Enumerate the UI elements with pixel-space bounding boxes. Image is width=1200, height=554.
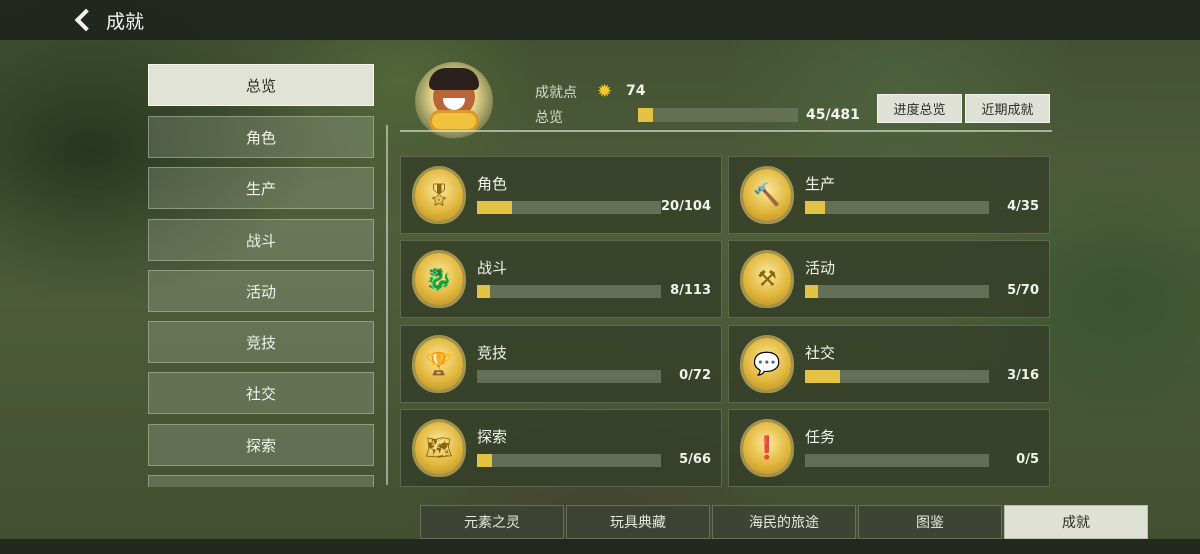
header-divider (400, 130, 1052, 132)
card-progress-bar (477, 454, 661, 467)
anvil-icon: ⚒ (743, 253, 791, 305)
back-arrow-icon[interactable] (72, 8, 96, 32)
tab-element-spirits[interactable]: 元素之灵 (420, 505, 564, 539)
tab-sea-journey[interactable]: 海民的旅途 (712, 505, 856, 539)
card-progress-count: 5/70 (1007, 283, 1039, 298)
dragon-icon: 🐉 (415, 253, 463, 305)
chat-icon: 💬 (743, 338, 791, 390)
avatar-hair (429, 68, 479, 90)
sun-star-icon: ✹ (597, 81, 613, 102)
card-progress-bar (477, 285, 661, 298)
overview-label: 总览 (535, 110, 563, 126)
bottom-strip (0, 539, 1200, 554)
card-title: 生产 (805, 175, 836, 193)
card-progress-fill (805, 201, 826, 214)
card-progress-bar (477, 370, 661, 383)
tab-handbook[interactable]: 图鉴 (858, 505, 1002, 539)
category-production[interactable]: 生产 (148, 167, 374, 209)
card-title: 任务 (805, 428, 836, 446)
category-explore[interactable]: 探索 (148, 424, 374, 466)
category-activity[interactable]: 活动 (148, 270, 374, 312)
card-progress-count: 4/35 (1007, 199, 1039, 214)
top-bar: 成就 (0, 0, 1200, 40)
achievement-card[interactable]: 💬 社交 3/16 (728, 325, 1050, 403)
quest-icon: ❗ (743, 422, 791, 474)
recent-achievements-button[interactable]: 近期成就 (965, 94, 1050, 123)
card-progress-fill (477, 454, 492, 467)
achievement-card[interactable]: 🏆 竞技 0/72 (400, 325, 722, 403)
card-progress-count: 8/113 (670, 283, 711, 298)
achievement-card[interactable]: 🎖 角色 20/104 (400, 156, 722, 234)
progress-overview-button[interactable]: 进度总览 (877, 94, 962, 123)
card-progress-bar (805, 285, 989, 298)
card-title: 活动 (805, 259, 836, 277)
card-title: 社交 (805, 344, 836, 362)
tab-achievements[interactable]: 成就 (1004, 505, 1148, 539)
card-progress-bar (805, 201, 989, 214)
medal-icon: 🎖 (415, 169, 463, 221)
card-title: 战斗 (477, 259, 508, 277)
points-value: 74 (626, 83, 646, 99)
category-overview[interactable]: 总览 (148, 64, 374, 106)
total-progress-fill (638, 108, 654, 122)
total-progress-value: 45/481 (806, 107, 860, 123)
card-progress-bar (477, 201, 661, 214)
card-title: 竞技 (477, 344, 508, 362)
achievement-card[interactable]: 🔨 生产 4/35 (728, 156, 1050, 234)
card-title: 探索 (477, 428, 508, 446)
tab-toy-collection[interactable]: 玩具典藏 (566, 505, 710, 539)
player-avatar (415, 62, 493, 140)
category-list[interactable]: 总览 角色 生产 战斗 活动 竞技 社交 探索 (148, 62, 374, 487)
achievement-card[interactable]: ⚒ 活动 5/70 (728, 240, 1050, 318)
card-progress-count: 0/72 (679, 368, 711, 383)
trophy-icon: 🏆 (415, 338, 463, 390)
card-progress-count: 3/16 (1007, 368, 1039, 383)
total-progress-bar (638, 108, 798, 122)
card-title: 角色 (477, 175, 508, 193)
card-progress-bar (805, 370, 989, 383)
achievement-card[interactable]: ❗ 任务 0/5 (728, 409, 1050, 487)
bottom-tab-bar: 元素之灵 玩具典藏 海民的旅途 图鉴 成就 (420, 505, 1150, 539)
category-battle[interactable]: 战斗 (148, 219, 374, 261)
category-next-partial[interactable] (148, 475, 374, 487)
avatar-flower-ring (429, 110, 479, 132)
category-social[interactable]: 社交 (148, 372, 374, 414)
card-progress-fill (805, 370, 840, 383)
category-character[interactable]: 角色 (148, 116, 374, 158)
card-progress-fill (805, 285, 818, 298)
hammer-icon: 🔨 (743, 169, 791, 221)
card-progress-count: 5/66 (679, 452, 711, 467)
card-progress-fill (477, 201, 512, 214)
category-arena[interactable]: 竞技 (148, 321, 374, 363)
card-progress-count: 20/104 (661, 199, 711, 214)
achievement-card[interactable]: 🗺 探索 5/66 (400, 409, 722, 487)
points-label: 成就点 (535, 85, 577, 101)
card-progress-bar (805, 454, 989, 467)
page-title: 成就 (106, 10, 145, 33)
card-progress-fill (477, 285, 490, 298)
achievement-card[interactable]: 🐉 战斗 8/113 (400, 240, 722, 318)
panel-divider (386, 125, 388, 485)
card-progress-count: 0/5 (1016, 452, 1039, 467)
map-icon: 🗺 (415, 422, 463, 474)
